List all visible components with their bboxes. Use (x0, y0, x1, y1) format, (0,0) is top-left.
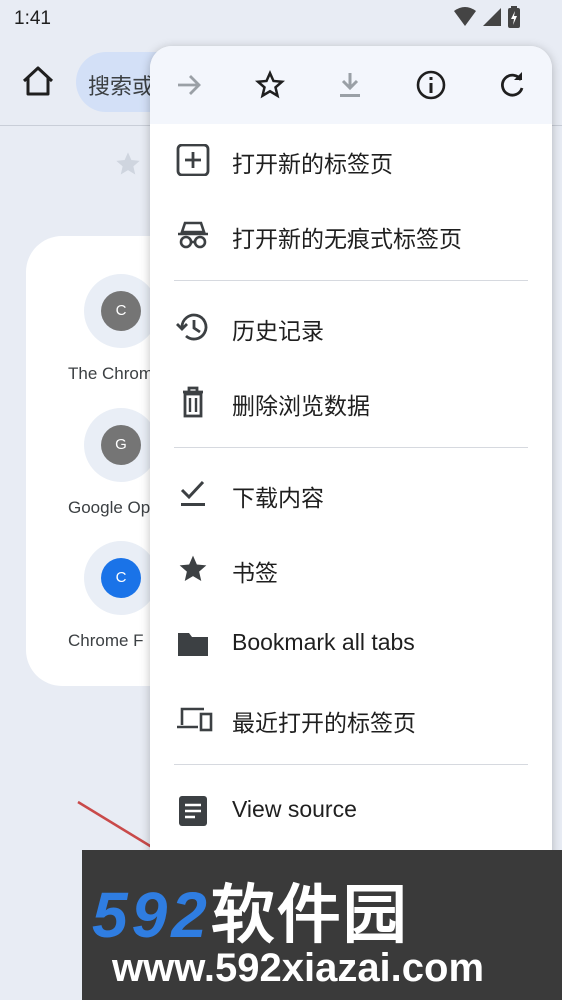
new-tab-icon (176, 143, 210, 177)
folder-icon (176, 628, 210, 660)
home-icon (22, 66, 54, 96)
refresh-icon (501, 72, 524, 97)
menu-item-incognito[interactable]: 打开新的无痕式标签页 (150, 205, 552, 265)
menu-item-label: 书签 (232, 560, 278, 586)
tile-favicon: G (101, 425, 141, 465)
menu-action-bar (150, 46, 552, 124)
page-info-button[interactable] (412, 66, 450, 104)
reload-button[interactable] (493, 66, 531, 104)
battery-icon (508, 6, 520, 33)
tile-icon-bg: C (84, 274, 158, 348)
info-icon (416, 70, 446, 100)
menu-item-label: 历史记录 (232, 318, 324, 344)
watermark-logo: 592软件园 (92, 864, 409, 956)
overflow-menu: 打开新的标签页 打开新的无痕式标签页 历史记录 删除浏览数据 下载内容 书签 B… (150, 46, 552, 866)
star-icon (255, 70, 285, 99)
menu-item-label: 打开新的无痕式标签页 (232, 226, 462, 252)
status-bar: 1:41 (0, 0, 562, 40)
menu-divider (174, 764, 528, 765)
menu-item-clear-data[interactable]: 删除浏览数据 (150, 372, 552, 432)
menu-item-bookmark-all-tabs[interactable]: Bookmark all tabs (150, 614, 552, 674)
menu-divider (174, 447, 528, 448)
menu-item-bookmarks[interactable]: 书签 (150, 539, 552, 599)
menu-item-label: 打开新的标签页 (232, 151, 393, 177)
menu-item-history[interactable]: 历史记录 (150, 297, 552, 357)
wifi-icon (454, 7, 476, 32)
tile-label: The Chrome (68, 364, 163, 383)
menu-item-view-source[interactable]: View source (150, 781, 552, 841)
watermark-banner: 592软件园 www.592xiazai.com (82, 850, 562, 1000)
home-button[interactable] (18, 62, 58, 102)
menu-divider (174, 280, 528, 281)
bookmark-star-icon (176, 553, 210, 585)
bookmark-page-button[interactable] (251, 66, 289, 104)
incognito-icon (176, 219, 210, 251)
watermark-number: 592 (92, 879, 211, 951)
menu-item-recent-tabs[interactable]: 最近打开的标签页 (150, 689, 552, 749)
watermark-url: www.592xiazai.com (112, 946, 485, 990)
tile-icon-bg: G (84, 408, 158, 482)
watermark-brand: 软件园 (210, 879, 409, 951)
history-icon (176, 311, 210, 343)
tile-favicon: C (101, 291, 141, 331)
signal-icon (482, 7, 502, 32)
download-icon (340, 73, 360, 97)
menu-item-label: Bookmark all tabs (232, 629, 415, 655)
menu-item-downloads[interactable]: 下载内容 (150, 464, 552, 524)
tile-label: Google Op (68, 498, 151, 517)
menu-item-new-tab[interactable]: 打开新的标签页 (150, 130, 552, 190)
tile-favicon: C (101, 558, 141, 598)
menu-item-label: View source (232, 796, 357, 822)
status-time: 1:41 (14, 8, 51, 29)
forward-icon (178, 75, 201, 95)
source-icon (176, 795, 210, 827)
menu-item-label: 删除浏览数据 (232, 393, 370, 419)
downloads-icon (176, 478, 210, 510)
annotation-arrow (77, 800, 161, 854)
tile-icon-bg: C (84, 541, 158, 615)
tile-label: Chrome F (68, 631, 144, 650)
menu-item-label: 下载内容 (232, 485, 324, 511)
ntp-star-icon (114, 150, 142, 183)
trash-icon (176, 386, 210, 418)
status-icons (454, 6, 520, 33)
forward-button[interactable] (170, 66, 208, 104)
download-page-button[interactable] (331, 66, 369, 104)
menu-item-label: 最近打开的标签页 (232, 710, 416, 736)
devices-icon (176, 703, 213, 735)
